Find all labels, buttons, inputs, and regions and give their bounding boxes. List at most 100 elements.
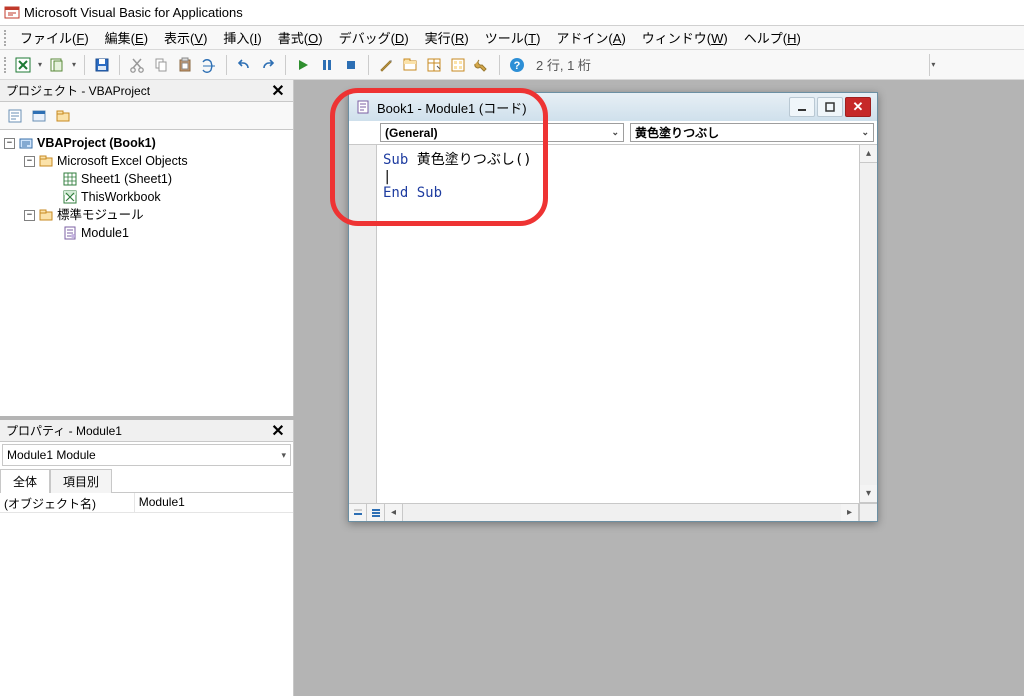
code-window[interactable]: Book1 - Module1 (コード) ✕ (General) ⌄ 黄色塗り…: [348, 92, 878, 522]
margin-indicator-bar[interactable]: [349, 145, 377, 503]
run-button[interactable]: [292, 54, 314, 76]
scroll-track[interactable]: [860, 163, 877, 485]
properties-window-button[interactable]: [423, 54, 445, 76]
resize-grip[interactable]: [859, 504, 877, 521]
break-button[interactable]: [316, 54, 338, 76]
toolbar-separator: [84, 55, 85, 75]
menu-run[interactable]: 実行(R): [419, 26, 475, 49]
spacer-icon: [48, 228, 59, 239]
cursor-position-status: 2 行, 1 桁: [530, 55, 597, 74]
window-close-button[interactable]: ✕: [845, 97, 871, 117]
redo-button[interactable]: [257, 54, 279, 76]
app-title: Microsoft Visual Basic for Applications: [24, 5, 243, 20]
object-selector[interactable]: (General) ⌄: [380, 123, 624, 142]
module-icon: [62, 225, 78, 241]
menu-file[interactable]: ファイル(F): [14, 26, 95, 49]
menu-debug[interactable]: デバッグ(D): [333, 26, 415, 49]
chevron-down-icon: ⌄: [861, 127, 869, 138]
toolbar-separator: [499, 55, 500, 75]
scroll-down-button[interactable]: ▾: [860, 485, 877, 503]
chevron-down-icon: ⌄: [611, 127, 619, 138]
toolbox-button[interactable]: [471, 54, 493, 76]
expand-collapse-icon[interactable]: −: [4, 138, 15, 149]
object-browser-button[interactable]: [447, 54, 469, 76]
keyword: End Sub: [383, 185, 442, 201]
properties-object-name: Module1 Module: [7, 448, 96, 462]
procedure-selector[interactable]: 黄色塗りつぶし ⌄: [630, 123, 874, 142]
properties-grid[interactable]: (オブジェクト名) Module1: [0, 493, 293, 696]
properties-tab-categorized[interactable]: 項目別: [50, 469, 112, 493]
toolbar-separator: [368, 55, 369, 75]
tree-label: ThisWorkbook: [81, 188, 161, 206]
code-body: Sub 黄色塗りつぶし() | End Sub ▴ ▾: [349, 145, 877, 503]
undo-button[interactable]: [233, 54, 255, 76]
tree-node-sheet1[interactable]: Sheet1 (Sheet1): [0, 170, 293, 188]
tree-node-thisworkbook[interactable]: ThisWorkbook: [0, 188, 293, 206]
tree-node-module1[interactable]: Module1: [0, 224, 293, 242]
help-button[interactable]: ?: [506, 54, 528, 76]
menu-insert[interactable]: 挿入(I): [217, 26, 267, 49]
properties-header: プロパティ - Module1 ✕: [0, 420, 293, 442]
menu-tools[interactable]: ツール(T): [479, 26, 547, 49]
horizontal-scrollbar[interactable]: [403, 504, 841, 521]
insert-module-button[interactable]: [46, 54, 68, 76]
code-editor[interactable]: Sub 黄色塗りつぶし() | End Sub: [377, 145, 859, 503]
properties-tab-alphabetic[interactable]: 全体: [0, 469, 50, 493]
keyword: Sub: [383, 152, 408, 168]
menu-format[interactable]: 書式(O): [272, 26, 329, 49]
menu-addins[interactable]: アドイン(A): [550, 26, 631, 49]
procedure-view-button[interactable]: [349, 504, 367, 521]
properties-object-selector[interactable]: Module1 Module ▾: [2, 444, 291, 466]
tree-node-excel-objects-folder[interactable]: − Microsoft Excel Objects: [0, 152, 293, 170]
code-window-bottom-bar: ◂ ▸: [349, 503, 877, 521]
window-minimize-button[interactable]: [789, 97, 815, 117]
vertical-scrollbar[interactable]: ▴ ▾: [859, 145, 877, 503]
save-button[interactable]: [91, 54, 113, 76]
paste-button[interactable]: [174, 54, 196, 76]
scroll-left-button[interactable]: ◂: [385, 504, 403, 521]
view-excel-dropdown[interactable]: ▾: [36, 54, 44, 76]
copy-button[interactable]: [150, 54, 172, 76]
full-module-view-button[interactable]: [367, 504, 385, 521]
tree-label: Sheet1 (Sheet1): [81, 170, 172, 188]
workbook-icon: [62, 189, 78, 205]
cut-button[interactable]: [126, 54, 148, 76]
properties-row[interactable]: (オブジェクト名) Module1: [0, 493, 293, 513]
insert-module-dropdown[interactable]: ▾: [70, 54, 78, 76]
project-explorer-panel: プロジェクト - VBAProject ✕ − VBAProject (B: [0, 80, 294, 416]
title-bar: Microsoft Visual Basic for Applications: [0, 0, 1024, 26]
menubar-grip[interactable]: [4, 30, 8, 46]
project-explorer-close[interactable]: ✕: [267, 80, 289, 102]
menu-edit[interactable]: 編集(E): [99, 26, 154, 49]
expand-collapse-icon[interactable]: −: [24, 156, 35, 167]
project-tree[interactable]: − VBAProject (Book1) − Microsoft Excel O…: [0, 130, 293, 416]
tree-node-project-root[interactable]: − VBAProject (Book1): [0, 134, 293, 152]
properties-close[interactable]: ✕: [267, 420, 289, 442]
toolbar-grip[interactable]: [4, 57, 8, 73]
tree-label: VBAProject (Book1): [37, 134, 156, 152]
code-window-titlebar[interactable]: Book1 - Module1 (コード) ✕: [349, 93, 877, 121]
menu-help[interactable]: ヘルプ(H): [738, 26, 807, 49]
menu-window[interactable]: ウィンドウ(W): [636, 26, 734, 49]
toggle-folders-button[interactable]: [52, 105, 74, 127]
find-button[interactable]: [198, 54, 220, 76]
scroll-up-button[interactable]: ▴: [860, 145, 877, 163]
menu-view[interactable]: 表示(V): [158, 26, 213, 49]
project-explorer-button[interactable]: [399, 54, 421, 76]
window-maximize-button[interactable]: [817, 97, 843, 117]
view-code-button[interactable]: [4, 105, 26, 127]
view-object-button[interactable]: [28, 105, 50, 127]
left-panels: プロジェクト - VBAProject ✕ − VBAProject (B: [0, 80, 294, 696]
expand-collapse-icon[interactable]: −: [24, 210, 35, 221]
mdi-client-area: Book1 - Module1 (コード) ✕ (General) ⌄ 黄色塗り…: [294, 80, 1024, 696]
property-value[interactable]: Module1: [135, 493, 189, 512]
design-mode-button[interactable]: [375, 54, 397, 76]
scroll-right-button[interactable]: ▸: [841, 504, 859, 521]
toolbar-overflow[interactable]: ▾: [929, 54, 937, 76]
tree-node-modules-folder[interactable]: − 標準モジュール: [0, 206, 293, 224]
reset-button[interactable]: [340, 54, 362, 76]
property-name: (オブジェクト名): [0, 493, 135, 512]
view-excel-button[interactable]: [12, 54, 34, 76]
folder-icon: [38, 153, 54, 169]
code-text: 黄色塗りつぶし(): [408, 152, 531, 168]
